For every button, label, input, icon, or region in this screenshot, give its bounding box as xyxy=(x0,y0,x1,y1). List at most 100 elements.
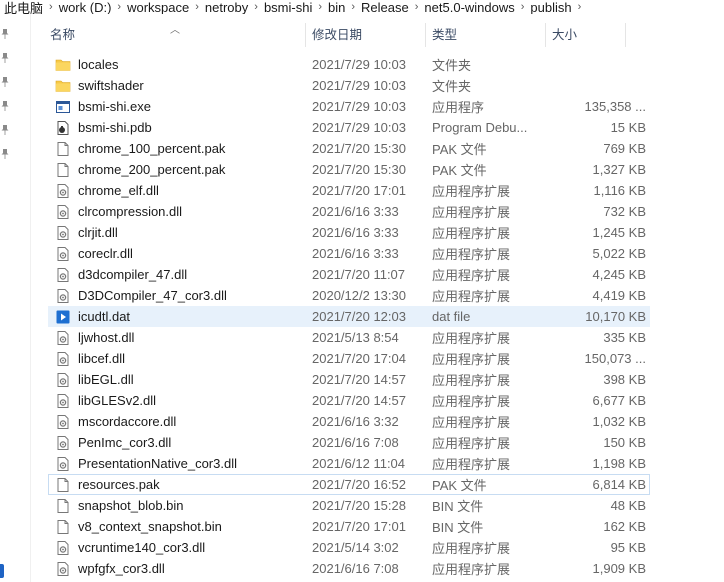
breadcrumb-item[interactable]: 此电脑 xyxy=(0,0,47,15)
file-row[interactable]: PresentationNative_cor3.dll 2021/6/12 11:… xyxy=(48,453,650,474)
file-date: 2021/6/16 7:08 xyxy=(312,561,399,576)
file-type: 应用程序扩展 xyxy=(432,373,511,388)
file-row[interactable]: vcruntime140_cor3.dll 2021/5/14 3:02 应用程序扩… xyxy=(48,537,650,558)
file-size: 4,245 KB xyxy=(592,267,647,282)
file-name: libGLESv2.dll xyxy=(78,393,157,408)
nav-selection-marker xyxy=(0,564,4,578)
file-name-cell: clrcompression.dll xyxy=(48,204,298,220)
breadcrumb-chevron-icon[interactable]: › xyxy=(349,1,357,13)
file-size: 4,419 KB xyxy=(592,288,647,303)
file-type: 应用程序扩展 xyxy=(432,184,511,199)
file-type: 应用程序扩展 xyxy=(432,394,511,409)
file-date: 2021/7/20 17:01 xyxy=(312,183,406,198)
breadcrumb-chevron-icon[interactable]: › xyxy=(252,1,260,13)
breadcrumb-chevron-icon[interactable]: › xyxy=(413,1,421,13)
file-name-cell: d3dcompiler_47.dll xyxy=(48,267,298,283)
breadcrumb-chevron-icon[interactable]: › xyxy=(576,1,584,13)
file-size: 1,245 KB xyxy=(592,225,647,240)
file-row[interactable]: chrome_200_percent.pak 2021/7/20 15:30 PAK… xyxy=(48,159,650,180)
file-type: 应用程序扩展 xyxy=(432,541,511,556)
file-row[interactable]: chrome_100_percent.pak 2021/7/20 15:30 PAK… xyxy=(48,138,650,159)
file-date: 2021/7/29 10:03 xyxy=(312,99,406,114)
file-row[interactable]: bsmi-shi.exe 2021/7/29 10:03 应用程序 135,358 .… xyxy=(48,96,650,117)
file-row[interactable]: libcef.dll 2021/7/20 17:04 应用程序扩展 150,073 .… xyxy=(48,348,650,369)
file-row[interactable]: libGLESv2.dll 2021/7/20 14:57 应用程序扩展 6,677 … xyxy=(48,390,650,411)
quick-access-pane xyxy=(0,14,31,582)
file-row[interactable]: v8_context_snapshot.bin 2021/7/20 17:01 BI… xyxy=(48,516,650,537)
pin-icon[interactable] xyxy=(0,100,14,114)
breadcrumb-item[interactable]: netroby xyxy=(201,0,252,14)
file-row[interactable]: libEGL.dll 2021/7/20 14:57 应用程序扩展 398 KB xyxy=(48,369,650,390)
breadcrumb-item[interactable]: workspace xyxy=(123,0,193,14)
file-row[interactable]: resources.pak 2021/7/20 16:52 PAK 文件 6,814 … xyxy=(48,474,650,495)
breadcrumb-item[interactable]: bsmi-shi xyxy=(260,0,316,14)
file-row[interactable]: bsmi-shi.pdb 2021/7/29 10:03 Program Debu.… xyxy=(48,117,650,138)
file-name-cell: coreclr.dll xyxy=(48,246,298,262)
file-type: PAK 文件 xyxy=(432,163,487,178)
file-row[interactable]: D3DCompiler_47_cor3.dll 2020/12/2 13:30 应用… xyxy=(48,285,650,306)
breadcrumb-chevron-icon[interactable]: › xyxy=(47,1,55,13)
file-row[interactable]: wpfgfx_cor3.dll 2021/6/16 7:08 应用程序扩展 1,909… xyxy=(48,558,650,579)
file-name-cell: bsmi-shi.pdb xyxy=(48,120,298,136)
pin-icon[interactable] xyxy=(0,148,14,162)
file-date: 2021/7/20 17:01 xyxy=(312,519,406,534)
file-row[interactable]: ljwhost.dll 2021/5/13 8:54 应用程序扩展 335 KB xyxy=(48,327,650,348)
dat-icon xyxy=(55,309,71,325)
breadcrumb-chevron-icon[interactable]: › xyxy=(519,1,527,13)
file-row[interactable]: clrjit.dll 2021/6/16 3:33 应用程序扩展 1,245 KB xyxy=(48,222,650,243)
file-date: 2021/7/20 14:57 xyxy=(312,393,406,408)
file-row[interactable]: snapshot_blob.bin 2021/7/20 15:28 BIN 文件 48… xyxy=(48,495,650,516)
file-row[interactable]: coreclr.dll 2021/6/16 3:33 应用程序扩展 5,022 KB xyxy=(48,243,650,264)
file-row[interactable]: icudtl.dat 2021/7/20 12:03 dat file 10,170 … xyxy=(48,306,650,327)
column-header-date[interactable]: 修改日期 xyxy=(306,20,426,50)
column-header-name[interactable]: ︿ 名称 xyxy=(30,20,306,50)
pin-icon[interactable] xyxy=(0,124,14,138)
pin-icon[interactable] xyxy=(0,52,14,66)
file-name: ljwhost.dll xyxy=(78,330,135,345)
file-type: 应用程序扩展 xyxy=(432,457,511,472)
file-row[interactable]: locales 2021/7/29 10:03 文件夹 xyxy=(48,54,650,75)
file-size: 1,116 KB xyxy=(593,183,646,198)
file-size: 162 KB xyxy=(603,519,646,534)
file-name-cell: chrome_200_percent.pak xyxy=(48,162,298,178)
file-name: PenImc_cor3.dll xyxy=(78,435,172,450)
file-row[interactable]: swiftshader 2021/7/29 10:03 文件夹 xyxy=(48,75,650,96)
column-header-type-label: 类型 xyxy=(432,28,458,42)
file-name: clrcompression.dll xyxy=(78,204,183,219)
breadcrumb-item[interactable]: bin xyxy=(324,0,349,14)
column-header-type[interactable]: 类型 xyxy=(426,20,546,50)
breadcrumb-item[interactable]: Release xyxy=(357,0,413,14)
dll-icon xyxy=(55,561,71,577)
file-row[interactable]: mscordaccore.dll 2021/6/16 3:32 应用程序扩展 1,03… xyxy=(48,411,650,432)
pin-icon[interactable] xyxy=(0,28,14,42)
file-row[interactable]: PenImc_cor3.dll 2021/6/16 7:08 应用程序扩展 150 K… xyxy=(48,432,650,453)
breadcrumb-chevron-icon[interactable]: › xyxy=(193,1,201,13)
file-row[interactable]: clrcompression.dll 2021/6/16 3:33 应用程序扩展 73… xyxy=(48,201,650,222)
file-name-cell: icudtl.dat xyxy=(48,309,298,325)
file-date: 2021/6/16 3:33 xyxy=(312,225,399,240)
file-name-cell: ljwhost.dll xyxy=(48,330,298,346)
file-type: 应用程序扩展 xyxy=(432,562,511,577)
column-header-size[interactable]: 大小 xyxy=(546,20,626,50)
file-name: bsmi-shi.pdb xyxy=(78,120,152,135)
file-row[interactable]: chrome_elf.dll 2021/7/20 17:01 应用程序扩展 1,116… xyxy=(48,180,650,201)
dll-icon xyxy=(55,183,71,199)
file-date: 2021/5/14 3:02 xyxy=(312,540,399,555)
file-name-cell: wpfgfx_cor3.dll xyxy=(48,561,298,577)
breadcrumb-item[interactable]: net5.0-windows xyxy=(420,0,518,14)
file-date: 2020/12/2 13:30 xyxy=(312,288,406,303)
file-size: 1,198 KB xyxy=(592,456,647,471)
breadcrumb-chevron-icon[interactable]: › xyxy=(316,1,324,13)
file-name: snapshot_blob.bin xyxy=(78,498,184,513)
file-type: 应用程序 xyxy=(432,100,485,115)
pin-icon[interactable] xyxy=(0,76,14,90)
file-name: bsmi-shi.exe xyxy=(78,99,151,114)
pdb-icon xyxy=(55,120,71,136)
breadcrumb-item[interactable]: work (D:) xyxy=(55,0,116,14)
file-row[interactable]: d3dcompiler_47.dll 2021/7/20 11:07 应用程序扩展 4… xyxy=(48,264,650,285)
breadcrumb-chevron-icon[interactable]: › xyxy=(115,1,123,13)
breadcrumb: 此电脑 › work (D:) › workspace › netroby › bsmi-shi… xyxy=(0,0,724,14)
breadcrumb-item[interactable]: publish xyxy=(526,0,575,14)
file-date: 2021/7/20 15:28 xyxy=(312,498,406,513)
file-name: d3dcompiler_47.dll xyxy=(78,267,188,282)
